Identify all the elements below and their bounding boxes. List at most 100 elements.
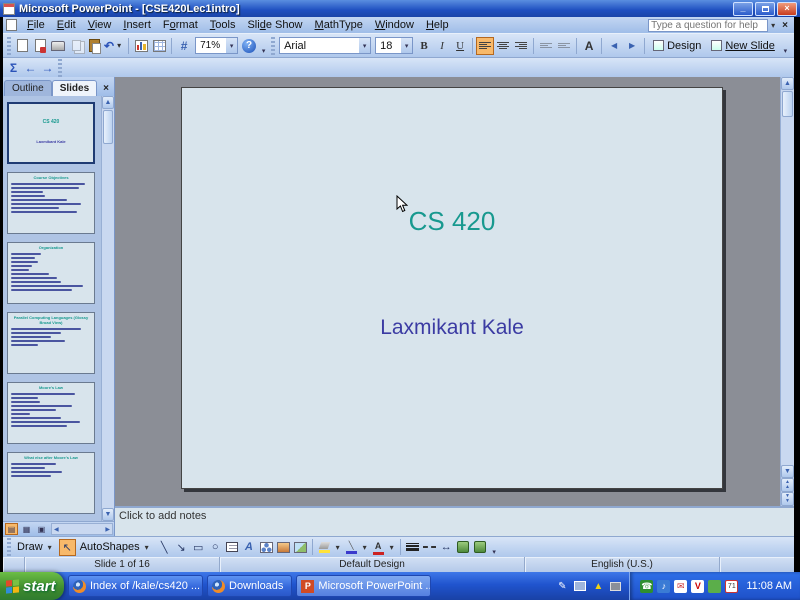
new-button[interactable] (13, 37, 31, 55)
normal-view-button[interactable]: ▤ (5, 523, 18, 535)
thumb-scroll-thumb[interactable] (103, 110, 113, 144)
minimize-button[interactable]: _ (733, 2, 753, 16)
mathtype-tray-icon[interactable]: 71 (725, 580, 738, 593)
mail-tray-icon[interactable]: ✉ (674, 580, 687, 593)
drawing-toolbar-grip[interactable] (7, 538, 11, 556)
help-question-input[interactable] (648, 19, 768, 32)
main-scroll-up-icon[interactable]: ▲ (781, 77, 794, 90)
slide-thumbnail-5[interactable]: Moore's Law (7, 382, 98, 444)
diagram-button[interactable] (258, 539, 275, 556)
fill-color-dropdown-icon[interactable]: ▾ (333, 543, 343, 552)
print-button[interactable] (49, 37, 67, 55)
main-scroll-thumb[interactable] (782, 91, 793, 117)
slide-thumbnail-2[interactable]: Course Objectives (7, 172, 98, 234)
numbering-button[interactable] (537, 37, 555, 55)
monitor-icon[interactable] (574, 581, 586, 591)
slide-thumbnail-1[interactable]: CS 420Laxmikant Kale (7, 102, 98, 164)
notes-pane[interactable]: Click to add notes (115, 506, 794, 536)
slide-thumbnail-6[interactable]: What else after Moore's Law (7, 452, 98, 514)
autoshapes-menu-button[interactable]: AutoShapes▾ (76, 538, 156, 556)
forward-icon[interactable]: → (39, 60, 56, 76)
pencil-icon[interactable]: ✎ (555, 579, 569, 593)
line-color-dropdown-icon[interactable]: ▾ (360, 543, 370, 552)
formatting-toolbar-grip[interactable] (271, 37, 275, 55)
font-color-button[interactable]: A (370, 539, 387, 556)
line-color-button[interactable]: ╲ (343, 539, 360, 556)
line-button[interactable]: ╲ (156, 539, 173, 556)
volume-tray-icon[interactable]: ♪ (657, 580, 670, 593)
clipart-button[interactable] (275, 539, 292, 556)
slide-thumbnail-3[interactable]: Organization (7, 242, 98, 304)
help-dropdown-icon[interactable]: ▾ (768, 21, 778, 30)
line-style-button[interactable] (404, 539, 421, 556)
taskbar-task-firefox-1[interactable]: Index of /kale/cs420 ... (68, 575, 203, 597)
close-button[interactable]: × (777, 2, 797, 16)
taskbar-task-powerpoint[interactable]: P Microsoft PowerPoint ... (296, 575, 431, 597)
horizontal-scrollbar[interactable]: ◀ ▶ (51, 523, 113, 535)
zoom-select[interactable]: 71% ▾ (195, 37, 238, 54)
start-button[interactable]: start (0, 572, 64, 600)
align-left-button[interactable] (476, 37, 494, 55)
restore-button[interactable] (755, 2, 775, 16)
italic-button[interactable]: I (433, 37, 451, 55)
mathtype-icon[interactable]: Σ (5, 60, 22, 76)
status-design-name[interactable]: Default Design (220, 557, 525, 572)
green-tray-icon[interactable] (708, 580, 721, 593)
textbox-button[interactable] (224, 539, 241, 556)
font-size-dropdown-icon[interactable]: ▾ (401, 38, 412, 53)
main-scrollbar[interactable]: ▲ ▼ ▲▲ ▼▼ (780, 77, 794, 506)
menu-help[interactable]: Help (420, 18, 455, 32)
threed-style-button[interactable] (472, 539, 489, 556)
new-slide-button[interactable]: New Slide (706, 36, 780, 55)
insert-picture-button[interactable] (292, 539, 309, 556)
drawing-toolbar-options[interactable]: ▾ (489, 537, 500, 557)
oval-button[interactable]: ○ (207, 539, 224, 556)
undo-button[interactable]: ↶▾ (103, 37, 125, 55)
menu-tools[interactable]: Tools (204, 18, 242, 32)
document-close-icon[interactable]: × (778, 20, 794, 31)
scroll-left-icon[interactable]: ◀ (52, 526, 61, 533)
antivirus-tray-icon[interactable]: V (691, 580, 704, 593)
phone-tray-icon[interactable]: ☎ (640, 580, 653, 593)
back-icon[interactable]: ← (22, 60, 39, 76)
increase-font-button[interactable]: A (580, 37, 598, 55)
slide-edit-area[interactable]: CS 420 Laxmikant Kale ▲ ▼ ▲▲ ▼▼ (115, 77, 794, 506)
font-size-select[interactable]: 18 ▾ (375, 37, 413, 54)
slide-title-text[interactable]: CS 420 (182, 206, 722, 237)
menu-format[interactable]: Format (157, 18, 204, 32)
menu-edit[interactable]: Edit (51, 18, 82, 32)
align-right-button[interactable] (512, 37, 530, 55)
underline-button[interactable]: U (451, 37, 469, 55)
bold-button[interactable]: B (415, 37, 433, 55)
thumb-scroll-down-icon[interactable]: ▼ (102, 508, 114, 521)
increase-indent-button[interactable]: ▶ (623, 37, 641, 55)
tab-slides[interactable]: Slides (52, 80, 97, 96)
menu-slide-show[interactable]: Slide Show (241, 18, 308, 32)
wordart-button[interactable]: A (241, 539, 258, 556)
standard-toolbar-options[interactable]: ▾ (258, 36, 269, 56)
decrease-indent-button[interactable]: ◀ (605, 37, 623, 55)
thumb-scroll-up-icon[interactable]: ▲ (102, 96, 114, 109)
copy-button[interactable] (67, 37, 85, 55)
insert-table-button[interactable] (150, 37, 168, 55)
dash-style-button[interactable] (421, 539, 438, 556)
help-button[interactable]: ? (240, 37, 258, 55)
permission-button[interactable] (31, 37, 49, 55)
panel-close-icon[interactable]: × (97, 83, 115, 96)
arrow-style-button[interactable]: ↔ (438, 539, 455, 556)
slide-sorter-view-button[interactable]: ▦ (20, 523, 33, 535)
menu-file[interactable]: File (21, 18, 51, 32)
main-scroll-down-icon[interactable]: ▼ (781, 465, 794, 478)
status-language[interactable]: English (U.S.) (525, 557, 720, 572)
thumbnail-scrollbar[interactable]: ▲ ▼ (101, 96, 114, 521)
menu-window[interactable]: Window (369, 18, 420, 32)
rectangle-button[interactable]: ▭ (190, 539, 207, 556)
insert-chart-button[interactable] (132, 37, 150, 55)
nav-toolbar-grip[interactable] (58, 59, 62, 77)
shadow-style-button[interactable] (455, 539, 472, 556)
arrow-button[interactable]: ↘ (173, 539, 190, 556)
font-name-select[interactable]: Arial ▾ (279, 37, 371, 54)
eraser-icon[interactable] (610, 582, 621, 591)
draw-menu-button[interactable]: Draw▾ (13, 538, 59, 556)
bullets-button[interactable] (555, 37, 573, 55)
